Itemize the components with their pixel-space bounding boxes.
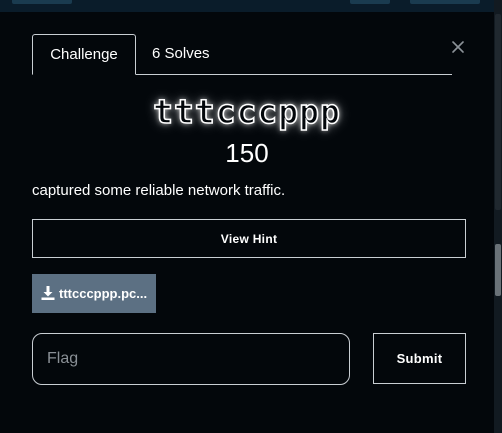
background-page-element [12,0,72,4]
challenge-title: tttcccppp [152,91,341,132]
background-page-element [410,0,480,4]
background-page-strip [0,0,502,12]
scrollbar-track-segment [495,14,501,210]
submit-button[interactable]: Submit [373,333,466,384]
challenge-tabs: Challenge 6 Solves [32,34,452,75]
file-name: tttcccppp.pc... [59,286,148,301]
view-hint-button[interactable]: View Hint [32,219,466,258]
close-icon[interactable] [450,39,466,55]
download-icon [40,277,56,300]
challenge-description: captured some reliable network traffic. [32,182,286,199]
scrollbar[interactable] [494,0,502,433]
scrollbar-thumb[interactable] [495,244,501,296]
tab-challenge[interactable]: Challenge [32,34,136,75]
background-page-element [350,0,390,4]
file-download-button[interactable]: tttcccppp.pc... [32,274,156,313]
challenge-points: 150 [225,138,269,168]
tab-solves[interactable]: 6 Solves [152,34,210,74]
flag-input[interactable] [32,333,350,385]
